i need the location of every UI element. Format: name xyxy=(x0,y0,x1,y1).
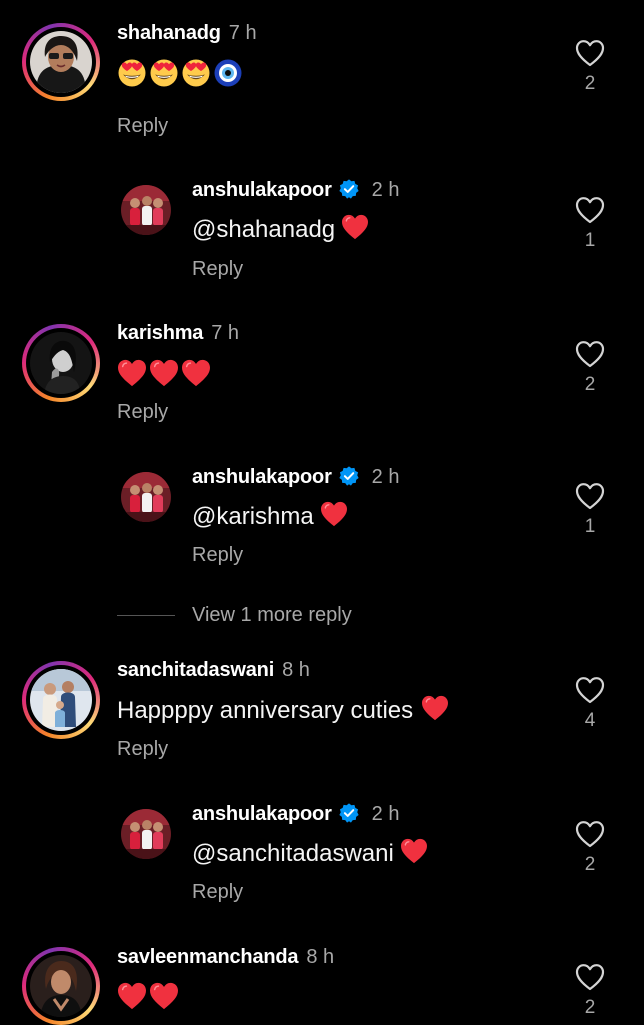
comment-header: sanchitadaswani 8 h xyxy=(117,658,310,682)
comment-header: anshulakapoor 2 h xyxy=(192,465,399,489)
avatar[interactable] xyxy=(121,472,171,522)
like-count: 2 xyxy=(584,854,596,875)
username[interactable]: shahanadg xyxy=(117,22,221,44)
mention-link[interactable]: @shahanadg xyxy=(192,216,335,243)
verified-badge-icon xyxy=(338,465,360,487)
heart-outline-icon[interactable] xyxy=(575,482,605,510)
timestamp: 2 h xyxy=(371,803,400,825)
like-control: 2 xyxy=(570,963,610,1019)
timestamp: 2 h xyxy=(371,179,400,201)
red-heart-emoji xyxy=(117,359,147,387)
red-heart-emoji xyxy=(341,214,369,240)
username[interactable]: sanchitadaswani xyxy=(117,659,274,681)
mention-link[interactable]: @karishma xyxy=(192,503,314,530)
like-control: 2 xyxy=(570,820,610,876)
verified-badge-icon xyxy=(338,802,360,824)
red-heart-emoji xyxy=(149,982,179,1010)
comment-header: savleenmanchanda 8 h xyxy=(117,945,334,969)
like-control: 2 xyxy=(570,340,610,396)
username[interactable]: anshulakapoor xyxy=(192,179,332,201)
comment-text: Happppy anniversary cuties xyxy=(117,695,449,726)
emoji-row xyxy=(117,982,179,1010)
red-heart-emoji xyxy=(400,838,428,864)
avatar[interactable] xyxy=(30,332,92,394)
like-count: 2 xyxy=(584,374,596,395)
heart-outline-icon[interactable] xyxy=(575,820,605,848)
heart-outline-icon[interactable] xyxy=(575,196,605,224)
like-count: 1 xyxy=(584,516,596,537)
avatar[interactable] xyxy=(30,669,92,731)
heart-outline-icon[interactable] xyxy=(575,340,605,368)
mention-link[interactable]: @sanchitadaswani xyxy=(192,840,394,867)
like-count: 2 xyxy=(584,73,596,94)
avatar[interactable] xyxy=(30,31,92,93)
red-heart-emoji xyxy=(149,359,179,387)
avatar[interactable] xyxy=(30,955,92,1017)
timestamp: 8 h xyxy=(282,659,310,681)
timestamp: 7 h xyxy=(211,322,240,344)
comment-text: @karishma xyxy=(192,501,348,532)
red-heart-emoji xyxy=(117,982,147,1010)
red-heart-emoji xyxy=(320,501,348,527)
like-control: 1 xyxy=(570,482,610,538)
reply-button[interactable]: Reply xyxy=(192,543,243,567)
like-control: 4 xyxy=(570,676,610,732)
comment-header: shahanadg 7 h xyxy=(117,21,257,45)
comment-text xyxy=(117,357,211,387)
comment-text xyxy=(117,980,179,1010)
reply-button[interactable]: Reply xyxy=(117,400,168,424)
comment-text: @sanchitadaswani xyxy=(192,838,428,869)
timestamp: 7 h xyxy=(228,22,257,44)
thread-divider xyxy=(117,615,175,617)
reply-button[interactable]: Reply xyxy=(117,737,168,761)
heart-outline-icon[interactable] xyxy=(575,676,605,704)
view-more-label: View 1 more reply xyxy=(192,604,352,626)
view-more-replies-button[interactable]: View 1 more reply xyxy=(117,603,352,627)
heart-eyes-emoji xyxy=(149,58,179,88)
reply-button[interactable]: Reply xyxy=(192,880,243,904)
avatar[interactable] xyxy=(121,185,171,235)
reply-button[interactable]: Reply xyxy=(117,114,168,138)
comment-text: @shahanadg xyxy=(192,214,369,245)
heart-eyes-emoji xyxy=(181,58,211,88)
like-count: 4 xyxy=(584,710,596,731)
red-heart-emoji xyxy=(421,695,449,721)
red-heart-emoji xyxy=(181,359,211,387)
heart-outline-icon[interactable] xyxy=(575,963,605,991)
avatar[interactable] xyxy=(121,809,171,859)
comment-header: anshulakapoor 2 h xyxy=(192,178,399,202)
username[interactable]: savleenmanchanda xyxy=(117,946,299,968)
like-count: 1 xyxy=(584,230,596,251)
emoji-row xyxy=(117,58,243,88)
reply-button[interactable]: Reply xyxy=(192,257,243,281)
comment-header: karishma 7 h xyxy=(117,321,239,345)
username[interactable]: karishma xyxy=(117,322,203,344)
username[interactable]: anshulakapoor xyxy=(192,466,332,488)
nazar-amulet-emoji xyxy=(213,58,243,88)
comment-message: Happppy anniversary cuties xyxy=(117,697,414,724)
timestamp: 8 h xyxy=(306,946,335,968)
comment-text xyxy=(117,57,243,88)
heart-eyes-emoji xyxy=(117,58,147,88)
comment-header: anshulakapoor 2 h xyxy=(192,802,399,826)
verified-badge-icon xyxy=(338,178,360,200)
timestamp: 2 h xyxy=(371,466,400,488)
username[interactable]: anshulakapoor xyxy=(192,803,332,825)
like-control: 2 xyxy=(570,39,610,95)
heart-outline-icon[interactable] xyxy=(575,39,605,67)
emoji-row xyxy=(117,359,211,387)
like-count: 2 xyxy=(584,997,596,1018)
like-control: 1 xyxy=(570,196,610,252)
